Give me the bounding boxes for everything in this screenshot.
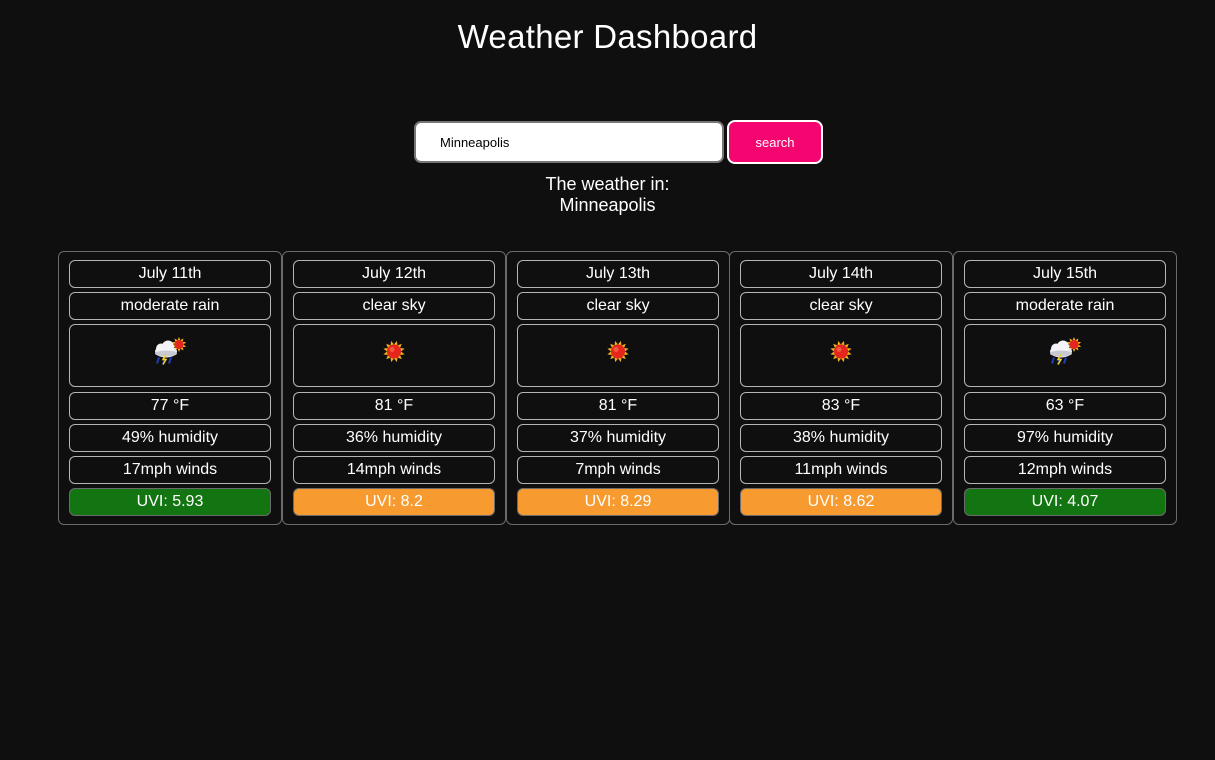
forecast-wind: 7mph winds	[517, 456, 719, 484]
forecast-uvi: UVI: 5.93	[69, 488, 271, 516]
forecast-description: moderate rain	[964, 292, 1166, 320]
forecast-humidity: 38% humidity	[740, 424, 942, 452]
forecast-humidity: 49% humidity	[69, 424, 271, 452]
rain-sun-icon	[1045, 336, 1085, 375]
forecast-description: clear sky	[517, 292, 719, 320]
forecast-uvi: UVI: 8.62	[740, 488, 942, 516]
forecast-date: July 11th	[69, 260, 271, 288]
forecast-wind: 11mph winds	[740, 456, 942, 484]
sun-icon	[381, 338, 407, 373]
city-search-input[interactable]	[414, 121, 724, 163]
forecast-icon-box	[69, 324, 271, 387]
forecast-card: July 11th moderate rain 77 °F 49% humidity 1…	[58, 251, 282, 525]
forecast-date: July 12th	[293, 260, 495, 288]
forecast-icon-box	[517, 324, 719, 387]
forecast-humidity: 37% humidity	[517, 424, 719, 452]
forecast-description: moderate rain	[69, 292, 271, 320]
forecast-icon-box	[293, 324, 495, 387]
forecast-card: July 14th clear sky 83 °F 38% humidity 11mph…	[729, 251, 953, 525]
forecast-card: July 15th moderate rain 63 °F 97% humidity 1…	[953, 251, 1177, 525]
forecast-temperature: 81 °F	[293, 392, 495, 420]
forecast-uvi: UVI: 8.29	[517, 488, 719, 516]
forecast-card: July 12th clear sky 81 °F 36% humidity 14mph…	[282, 251, 506, 525]
forecast-humidity: 97% humidity	[964, 424, 1166, 452]
forecast-date: July 15th	[964, 260, 1166, 288]
forecast-humidity: 36% humidity	[293, 424, 495, 452]
location-city: Minneapolis	[559, 195, 656, 215]
forecast-wind: 12mph winds	[964, 456, 1166, 484]
forecast-row: July 11th moderate rain 77 °F 49% humidity 1…	[58, 251, 1178, 525]
forecast-description: clear sky	[293, 292, 495, 320]
forecast-wind: 17mph winds	[69, 456, 271, 484]
forecast-description: clear sky	[740, 292, 942, 320]
forecast-temperature: 81 °F	[517, 392, 719, 420]
rain-sun-icon	[150, 336, 190, 375]
location-label: The weather in:	[545, 174, 670, 194]
forecast-wind: 14mph winds	[293, 456, 495, 484]
search-button[interactable]: search	[727, 120, 823, 164]
sun-icon	[605, 338, 631, 373]
forecast-date: July 13th	[517, 260, 719, 288]
location-heading: The weather in: Minneapolis	[0, 174, 1215, 216]
page-title: Weather Dashboard	[457, 18, 758, 55]
forecast-temperature: 77 °F	[69, 392, 271, 420]
sun-icon	[828, 338, 854, 373]
forecast-uvi: UVI: 8.2	[293, 488, 495, 516]
forecast-date: July 14th	[740, 260, 942, 288]
forecast-card: July 13th clear sky 81 °F 37% humidity 7mph …	[506, 251, 730, 525]
forecast-uvi: UVI: 4.07	[964, 488, 1166, 516]
forecast-icon-box	[964, 324, 1166, 387]
forecast-icon-box	[740, 324, 942, 387]
forecast-temperature: 83 °F	[740, 392, 942, 420]
search-bar: search	[414, 120, 824, 164]
forecast-temperature: 63 °F	[964, 392, 1166, 420]
